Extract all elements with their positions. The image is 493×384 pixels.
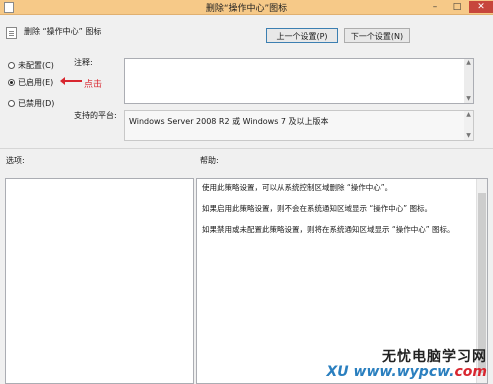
comment-field[interactable]: ▲ ▼ xyxy=(124,58,474,104)
radio-disabled[interactable]: 已禁用(D) xyxy=(8,98,54,109)
radio-disabled-label[interactable]: 已禁用(D) xyxy=(18,98,54,109)
close-button[interactable]: ✕ xyxy=(469,1,493,13)
platform-label: 支持的平台: xyxy=(74,111,117,120)
radio-not-configured-label[interactable]: 未配置(C) xyxy=(18,60,54,71)
radio-not-configured-circle[interactable] xyxy=(8,62,15,69)
title-bar: 删除“操作中心”图标 – □ ✕ xyxy=(0,0,493,15)
window-title: 删除“操作中心”图标 xyxy=(205,4,288,14)
scroll-down-icon[interactable]: ▼ xyxy=(465,96,472,102)
minimize-button[interactable]: – xyxy=(425,1,445,13)
scroll-up-icon[interactable]: ▲ xyxy=(465,60,472,66)
radio-enabled-label[interactable]: 已启用(E) xyxy=(18,77,53,88)
comment-label: 注释: xyxy=(74,58,93,67)
help-label: 帮助: xyxy=(200,156,219,165)
radio-disabled-circle[interactable] xyxy=(8,100,15,107)
watermark-url: XU www.wypcw.com xyxy=(326,364,487,380)
help-paragraph: 如果启用此策略设置，则不会在系统通知区域显示 “操作中心” 图标。 xyxy=(202,204,433,213)
platform-value: Windows Server 2008 R2 或 Windows 7 及以上版本 xyxy=(129,117,329,126)
maximize-button[interactable]: □ xyxy=(447,1,467,13)
help-paragraph: 如果禁用或未配置此策略设置，则将在系统通知区域显示 “操作中心” 图标。 xyxy=(202,225,455,234)
policy-name: 删除 “操作中心” 图标 xyxy=(24,27,102,36)
radio-enabled[interactable]: 已启用(E) xyxy=(8,77,53,88)
scroll-down-icon[interactable]: ▼ xyxy=(465,133,472,139)
scroll-up-icon[interactable]: ▲ xyxy=(465,112,472,118)
policy-setting-icon xyxy=(6,27,17,39)
next-setting-button[interactable]: 下一个设置(N) xyxy=(344,28,410,43)
watermark-tld: com xyxy=(454,364,487,380)
options-label: 选项: xyxy=(6,156,25,165)
radio-enabled-circle[interactable] xyxy=(8,79,15,86)
platform-field: Windows Server 2008 R2 或 Windows 7 及以上版本… xyxy=(124,110,474,141)
watermark-prefix: XU xyxy=(326,364,349,380)
watermark-domain: www.wypcw. xyxy=(353,364,455,380)
section-divider xyxy=(0,148,493,149)
watermark: 无忧电脑学习网 XU www.wypcw.com xyxy=(326,346,487,380)
radio-not-configured[interactable]: 未配置(C) xyxy=(8,60,54,71)
watermark-title: 无忧电脑学习网 xyxy=(382,349,487,365)
annotation-text: 点击 xyxy=(84,80,103,90)
previous-setting-button[interactable]: 上一个设置(P) xyxy=(266,28,338,43)
annotation-arrow-icon xyxy=(60,77,82,85)
options-pane xyxy=(5,178,194,384)
platform-scrollbar[interactable]: ▲ ▼ xyxy=(464,111,473,140)
comment-scrollbar[interactable]: ▲ ▼ xyxy=(464,59,473,103)
help-paragraph: 使用此策略设置，可以从系统控制区域删除 “操作中心”。 xyxy=(202,183,393,192)
